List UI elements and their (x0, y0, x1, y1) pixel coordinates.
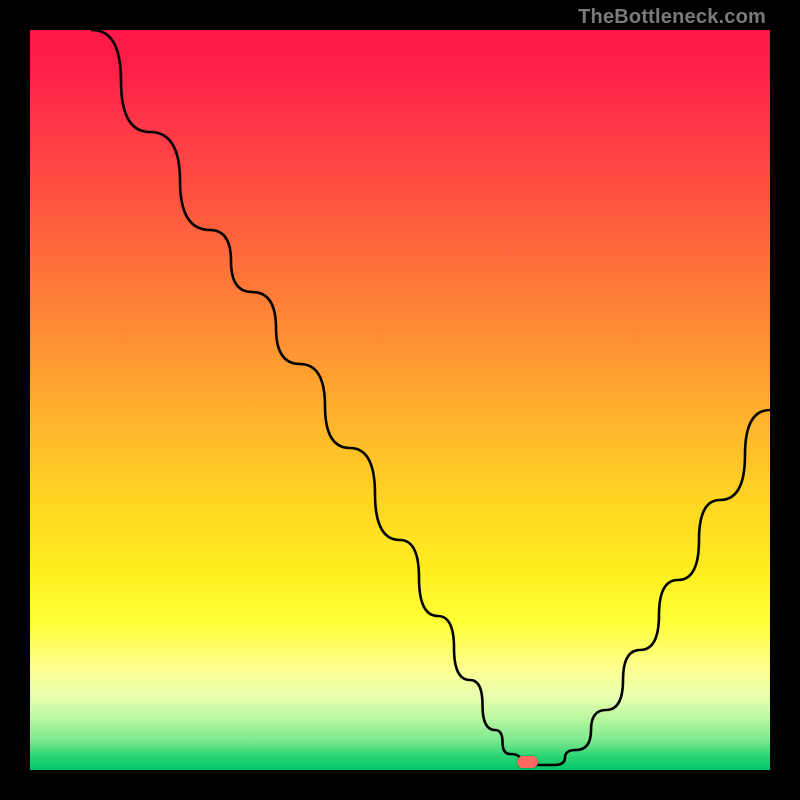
watermark-text: TheBottleneck.com (578, 6, 766, 29)
bottleneck-curve (30, 30, 770, 770)
plot-area (30, 30, 770, 770)
chart-frame: TheBottleneck.com (0, 0, 800, 800)
optimum-marker (517, 756, 538, 768)
